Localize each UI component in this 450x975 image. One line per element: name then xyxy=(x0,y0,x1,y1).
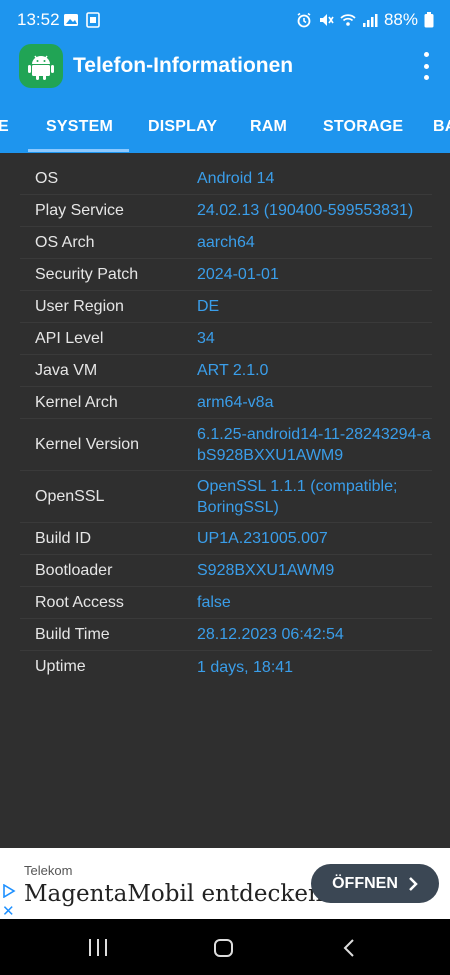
wifi-icon xyxy=(340,14,356,26)
info-key: Security Patch xyxy=(35,265,139,283)
info-key: Java VM xyxy=(35,361,98,379)
info-value: arm64-v8a xyxy=(197,394,274,411)
ad-close-icon[interactable]: ✕ xyxy=(2,902,15,920)
sim-icon xyxy=(86,12,100,28)
info-key: OS Arch xyxy=(35,233,95,251)
chevron-right-icon xyxy=(409,876,418,891)
info-value: UP1A.231005.007 xyxy=(197,530,328,547)
navigation-bar xyxy=(0,919,450,975)
battery-icon xyxy=(424,12,434,28)
app-title: Telefon-Informationen xyxy=(73,54,294,77)
info-value: OpenSSL 1.1.1 (compatible; BoringSSL) xyxy=(197,477,398,516)
info-value: false xyxy=(197,594,231,611)
list-item: User Region DE xyxy=(20,291,432,323)
ad-headline[interactable]: MagentaMobil entdecken xyxy=(24,881,323,907)
ad-choices-icon[interactable] xyxy=(2,884,16,898)
info-value: 34 xyxy=(197,330,215,347)
signal-icon xyxy=(362,14,378,27)
tab-system[interactable]: SYSTEM xyxy=(46,118,113,136)
list-item: Build Time 28.12.2023 06:42:54 xyxy=(20,619,432,651)
back-icon[interactable] xyxy=(342,938,356,958)
tab-storage[interactable]: STORAGE xyxy=(323,118,403,136)
info-value: 2024-01-01 xyxy=(197,266,279,283)
tab-battery-partial[interactable]: BA xyxy=(433,118,450,136)
info-list: OS Android 14 Play Service 24.02.13 (190… xyxy=(20,163,432,683)
list-item: API Level 34 xyxy=(20,323,432,355)
list-item: Uptime 1 days, 18:41 xyxy=(20,651,432,683)
info-value: 1 days, 18:41 xyxy=(197,658,294,676)
app-bar: Telefon-Informationen xyxy=(0,40,450,98)
info-value: Android 14 xyxy=(197,170,275,187)
list-item: Kernel Arch arm64-v8a xyxy=(20,387,432,419)
info-value: 28.12.2023 06:42:54 xyxy=(197,626,344,643)
list-item: Play Service 24.02.13 (190400-599553831) xyxy=(20,195,432,227)
tab-partial-left[interactable]: E xyxy=(0,118,9,136)
list-item: Security Patch 2024-01-01 xyxy=(20,259,432,291)
ad-open-label: ÖFFNEN xyxy=(332,874,398,892)
info-value: S928BXXU1AWM9 xyxy=(197,562,335,579)
battery-percentage: 88% xyxy=(383,10,418,29)
system-info-panel: OS Android 14 Play Service 24.02.13 (190… xyxy=(0,153,450,848)
android-icon xyxy=(19,44,63,88)
list-item: Kernel Version 6.1.25-android14-11-28243… xyxy=(20,419,432,471)
gallery-icon xyxy=(64,14,78,26)
info-key: OpenSSL xyxy=(35,487,105,505)
info-value: 24.02.13 (190400-599553831) xyxy=(197,202,414,219)
ad-open-button[interactable]: ÖFFNEN xyxy=(311,864,439,903)
info-key: User Region xyxy=(35,297,124,315)
list-item: Build ID UP1A.231005.007 xyxy=(20,523,432,555)
list-item: Root Access false xyxy=(20,587,432,619)
info-key: Build Time xyxy=(35,625,110,643)
tab-indicator xyxy=(28,149,129,152)
alarm-icon xyxy=(297,12,311,28)
tab-ram[interactable]: RAM xyxy=(250,118,287,136)
info-value: ART 2.1.0 xyxy=(197,362,269,379)
overflow-menu-icon[interactable] xyxy=(420,52,432,80)
list-item: Java VM ART 2.1.0 xyxy=(20,355,432,387)
ad-banner[interactable]: Telekom MagentaMobil entdecken ✕ ÖFFNEN xyxy=(0,848,450,920)
info-key: Build ID xyxy=(35,529,92,547)
list-item: OS Android 14 xyxy=(20,163,432,195)
info-key: Play Service xyxy=(35,201,124,219)
mute-icon xyxy=(319,14,334,26)
list-item: OS Arch aarch64 xyxy=(20,227,432,259)
info-key: Root Access xyxy=(35,593,124,611)
tab-bar: E SYSTEM DISPLAY RAM STORAGE BA xyxy=(0,98,450,153)
info-key: Bootloader xyxy=(35,561,113,579)
info-value: DE xyxy=(197,298,220,315)
tab-display[interactable]: DISPLAY xyxy=(148,118,217,136)
home-icon[interactable] xyxy=(214,939,233,957)
info-key: API Level xyxy=(35,329,104,347)
info-key: Uptime xyxy=(35,658,86,675)
info-key: OS xyxy=(35,169,59,187)
status-bar: 13:52 88% xyxy=(0,0,450,40)
info-value: 6.1.25-android14-11-28243294-abS928BXXU1… xyxy=(197,425,431,464)
ad-brand: Telekom xyxy=(24,863,73,878)
recents-icon[interactable] xyxy=(89,939,107,956)
info-key: Kernel Arch xyxy=(35,393,118,411)
info-value: aarch64 xyxy=(197,234,255,251)
status-time: 13:52 xyxy=(17,10,60,29)
list-item: OpenSSL OpenSSL 1.1.1 (compatible; Borin… xyxy=(20,471,432,523)
info-key: Kernel Version xyxy=(35,435,140,453)
list-item: Bootloader S928BXXU1AWM9 xyxy=(20,555,432,587)
